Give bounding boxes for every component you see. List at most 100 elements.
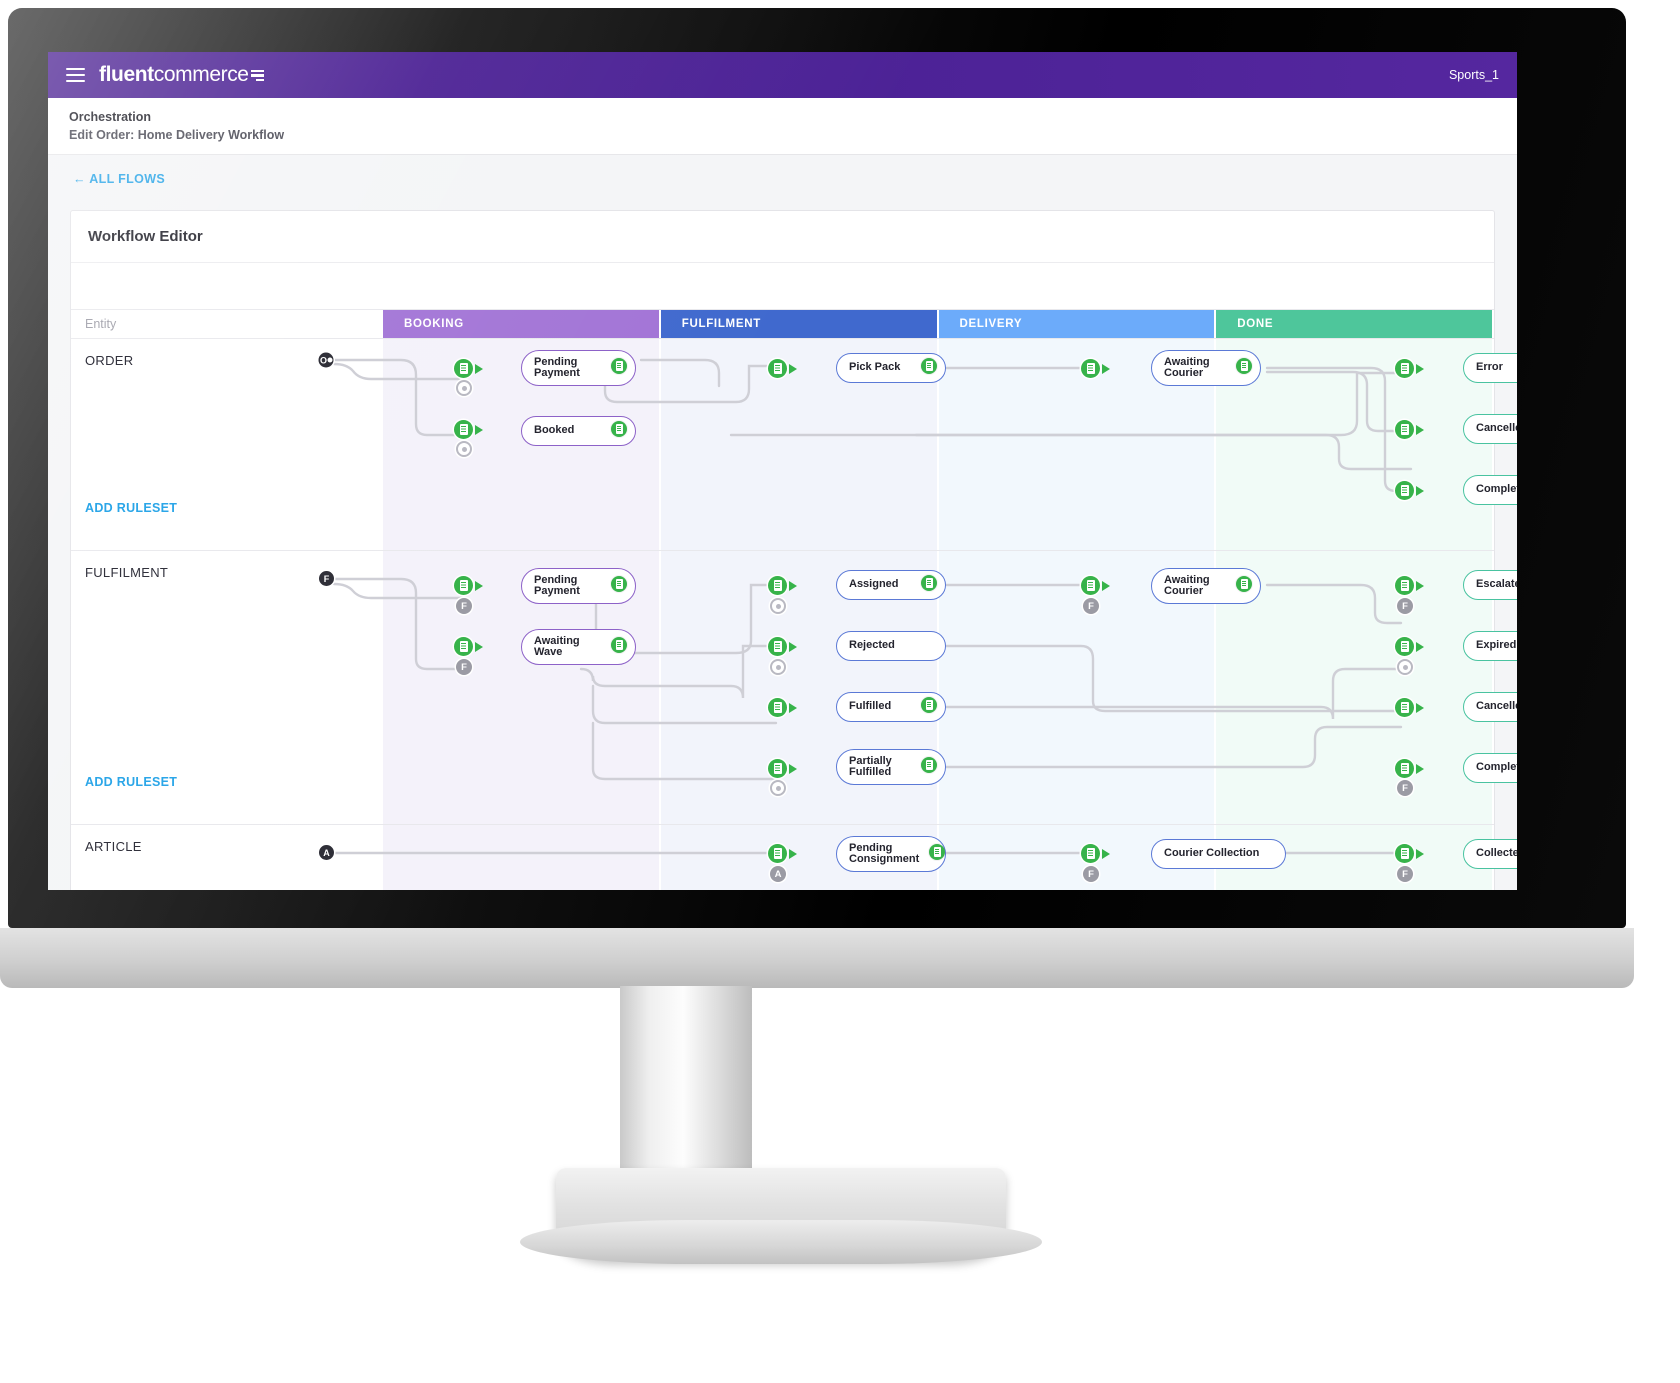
rule-chip-order-4[interactable] [1081, 359, 1100, 378]
node-complete-ful[interactable]: Complete [1463, 753, 1517, 783]
stage-header-fulfilment[interactable]: FULFILMENT [660, 310, 939, 338]
flow-arrow-order-3 [789, 364, 797, 374]
lane-order: ORDER ADD RULESET O Pending Payment Book… [71, 339, 1517, 551]
node-rule-badge[interactable] [911, 697, 937, 717]
node-label: Pending Consignment [849, 841, 920, 865]
flow-arrow-order-6 [1416, 425, 1424, 435]
stage-header-delivery[interactable]: DELIVERY [938, 310, 1217, 338]
rule-chip-ful-8[interactable] [1395, 576, 1414, 595]
rule-chip-art-1[interactable] [768, 844, 787, 863]
entity-marker-fulfilment: F [319, 571, 334, 586]
rule-chip-ful-10[interactable] [1395, 698, 1414, 717]
entity-chip-order-1[interactable] [456, 380, 472, 396]
rule-chip-ful-4[interactable] [768, 637, 787, 656]
rule-chip-ful-6[interactable] [768, 759, 787, 778]
node-courier-collection[interactable]: Courier Collection [1151, 839, 1286, 869]
node-awaiting-courier[interactable]: Awaiting Courier [1151, 350, 1261, 386]
rule-chip-ful-1[interactable] [454, 576, 473, 595]
node-rule-badge[interactable] [911, 358, 937, 378]
rule-chip-ful-3[interactable] [768, 576, 787, 595]
node-error[interactable]: Error [1463, 353, 1517, 383]
node-rule-badge[interactable] [911, 757, 937, 777]
node-cancelled[interactable]: Cancelled [1463, 414, 1517, 444]
node-label: Awaiting Courier [1164, 355, 1210, 379]
stage-header-booking[interactable]: BOOKING [383, 310, 661, 338]
add-ruleset-fulfilment[interactable]: ADD RULESET [85, 775, 177, 789]
node-label: Awaiting Courier [1164, 573, 1210, 597]
entity-chip-art-1[interactable]: A [770, 866, 786, 882]
rule-chip-order-5[interactable] [1395, 359, 1414, 378]
node-pending-consignment[interactable]: Pending Consignment [836, 836, 946, 872]
node-label: Pick Pack [849, 361, 901, 374]
node-escalated[interactable]: Escalated [1463, 570, 1517, 600]
rule-chip-art-3[interactable] [1395, 844, 1414, 863]
node-collected[interactable]: Collected [1463, 839, 1517, 869]
breadcrumb: Orchestration Edit Order: Home Delivery … [48, 98, 1517, 155]
flow-arrow-ful-10 [1416, 703, 1424, 713]
rule-chip-art-2[interactable] [1081, 844, 1100, 863]
flow-arrow-ful-1 [475, 581, 483, 591]
flow-arrow-order-4 [1102, 364, 1110, 374]
node-label: Rejected [849, 639, 895, 652]
entity-chip-ful-8[interactable]: F [1397, 598, 1413, 614]
node-rule-badge[interactable] [1226, 576, 1252, 596]
node-cancelled-ful[interactable]: Cancelled [1463, 692, 1517, 722]
entity-chip-order-2[interactable] [456, 441, 472, 457]
logo-bold-text: fluent [99, 63, 154, 86]
entity-chip-ful-9[interactable] [1397, 659, 1413, 675]
rule-chip-order-2[interactable] [454, 420, 473, 439]
node-label: Assigned [849, 578, 899, 591]
node-rule-badge[interactable] [911, 575, 937, 595]
node-pending-payment[interactable]: Pending Payment [521, 350, 636, 386]
node-rejected[interactable]: Rejected [836, 631, 946, 661]
entity-chip-ful-2[interactable]: F [456, 659, 472, 675]
node-rule-badge[interactable] [601, 576, 627, 596]
rule-chip-order-6[interactable] [1395, 420, 1414, 439]
rule-chip-order-3[interactable] [768, 359, 787, 378]
node-fulfilled[interactable]: Fulfilled [836, 692, 946, 722]
entity-chip-ful-7[interactable]: F [1083, 598, 1099, 614]
node-rule-badge[interactable] [1226, 358, 1252, 378]
rule-chip-ful-7[interactable] [1081, 576, 1100, 595]
rule-chip-order-1[interactable] [454, 359, 473, 378]
entity-chip-ful-3[interactable] [770, 598, 786, 614]
entity-chip-art-2[interactable]: F [1083, 866, 1099, 882]
hamburger-icon[interactable] [66, 68, 85, 82]
entity-marker-article: A [319, 845, 334, 860]
node-rule-badge[interactable] [919, 844, 946, 864]
node-awaiting-courier-ful[interactable]: Awaiting Courier [1151, 568, 1261, 604]
account-label[interactable]: Sports_1 [1449, 68, 1499, 82]
all-flows-link[interactable]: ← ALL FLOWS [73, 172, 165, 186]
entity-chip-ful-6[interactable] [770, 780, 786, 796]
rule-chip-ful-5[interactable] [768, 698, 787, 717]
node-rule-badge[interactable] [601, 421, 627, 441]
node-label: Courier Collection [1164, 847, 1260, 860]
entity-chip-art-3[interactable]: F [1397, 866, 1413, 882]
stage-header-done[interactable]: DONE [1216, 310, 1494, 338]
node-partially-fulfilled[interactable]: Partially Fulfilled [836, 749, 946, 785]
node-rule-badge[interactable] [601, 637, 627, 657]
flow-arrow-ful-11 [1416, 764, 1424, 774]
node-label: Expired [1476, 639, 1517, 652]
rule-chip-ful-11[interactable] [1395, 759, 1414, 778]
node-pending-payment-ful[interactable]: Pending Payment [521, 568, 636, 604]
node-assigned[interactable]: Assigned [836, 570, 946, 600]
entity-chip-ful-11[interactable]: F [1397, 780, 1413, 796]
node-rule-badge[interactable] [601, 358, 627, 378]
entity-chip-ful-1[interactable]: F [456, 598, 472, 614]
lane-title-fulfilment: FULFILMENT [85, 565, 169, 580]
rule-chip-order-7[interactable] [1395, 481, 1414, 500]
rule-chip-ful-2[interactable] [454, 637, 473, 656]
node-label: Fulfilled [849, 700, 892, 713]
flow-arrow-art-1 [789, 849, 797, 859]
node-expired[interactable]: Expired [1463, 631, 1517, 661]
rule-chip-ful-9[interactable] [1395, 637, 1414, 656]
entity-chip-ful-4[interactable] [770, 659, 786, 675]
add-ruleset-order[interactable]: ADD RULESET [85, 501, 177, 515]
fluentcommerce-logo: fluent commerce [99, 63, 264, 87]
flow-arrow-order-1 [475, 364, 483, 374]
node-booked[interactable]: Booked [521, 416, 636, 446]
node-awaiting-wave[interactable]: Awaiting Wave [521, 629, 636, 665]
node-complete[interactable]: Complete [1463, 475, 1517, 505]
node-pick-pack[interactable]: Pick Pack [836, 353, 946, 383]
